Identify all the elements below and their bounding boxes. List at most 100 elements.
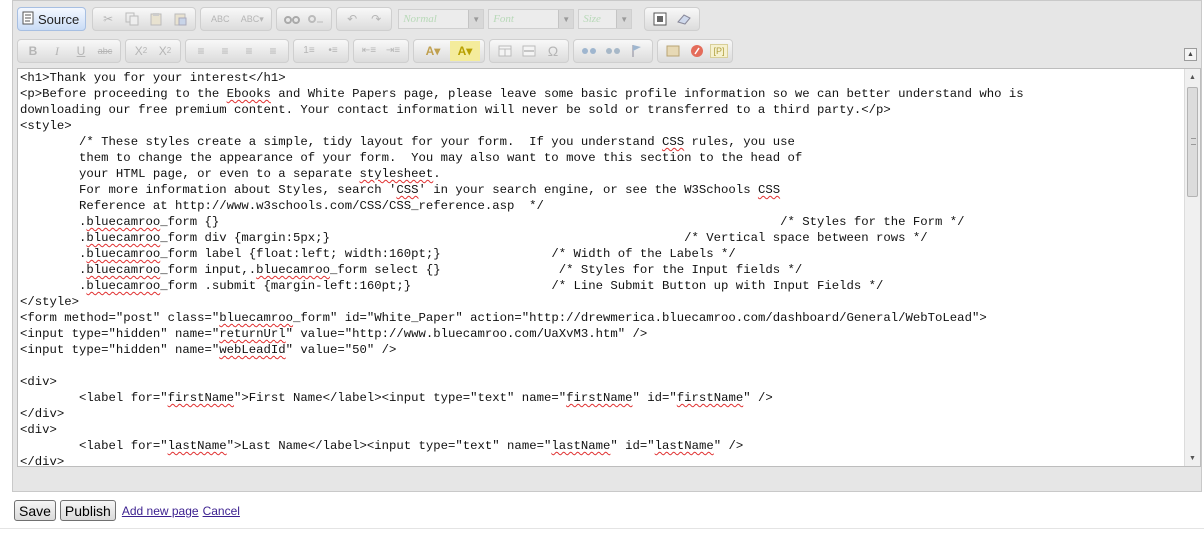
align-left-icon[interactable]: ≡ bbox=[190, 41, 212, 61]
code-text: . bbox=[433, 167, 441, 181]
placeholder-icon[interactable]: [P] bbox=[710, 44, 728, 58]
paste-word-icon[interactable] bbox=[169, 9, 191, 29]
strikethrough-icon[interactable]: abc bbox=[94, 41, 116, 61]
misspelled-word: lastName bbox=[167, 439, 227, 453]
link-icon[interactable] bbox=[578, 41, 600, 61]
rich-text-editor: Source ✂ ABC ABC▾ ↶ ↷ Normal ▼ Font ▼ Si… bbox=[12, 0, 1202, 492]
code-line: <div> bbox=[20, 422, 1200, 438]
chevron-down-icon: ▼ bbox=[616, 10, 632, 28]
image-icon[interactable] bbox=[662, 41, 684, 61]
source-button[interactable]: Source bbox=[17, 7, 87, 31]
code-text: <div> bbox=[20, 375, 57, 389]
code-text: " id=" bbox=[610, 439, 655, 453]
scroll-up-icon[interactable]: ▲ bbox=[1185, 69, 1200, 85]
align-right-icon[interactable]: ≡ bbox=[238, 41, 260, 61]
copy-icon[interactable] bbox=[121, 9, 143, 29]
indent-icon[interactable]: ⇥≡ bbox=[382, 41, 404, 61]
code-text: " value="50" /> bbox=[285, 343, 397, 357]
code-text: . bbox=[20, 263, 87, 277]
undo-icon[interactable]: ↶ bbox=[341, 9, 363, 29]
code-line: <input type="hidden" name="returnUrl" va… bbox=[20, 326, 1200, 342]
scrollbar-thumb[interactable] bbox=[1187, 87, 1198, 197]
paste-icon[interactable] bbox=[145, 9, 167, 29]
code-text: ' in your search engine, or see the W3Sc… bbox=[418, 183, 758, 197]
code-text: them to change the appearance of your fo… bbox=[20, 151, 803, 165]
bold-icon[interactable]: B bbox=[22, 41, 44, 61]
source-code-text[interactable]: <h1>Thank you for your interest</h1> <p>B… bbox=[18, 69, 1200, 466]
code-line: .bluecamroo_form input,.bluecamroo_form … bbox=[20, 262, 1200, 278]
unlink-icon[interactable] bbox=[602, 41, 624, 61]
eraser-icon[interactable] bbox=[673, 9, 695, 29]
misspelled-word: webLeadId bbox=[219, 343, 286, 357]
insert-group: Ω bbox=[489, 39, 569, 63]
code-text: _form .submit {margin-left:160pt;} /* Li… bbox=[160, 279, 884, 293]
misspelled-word: lastName bbox=[551, 439, 611, 453]
cancel-link[interactable]: Cancel bbox=[203, 504, 240, 518]
misspelled-word: CSS bbox=[757, 183, 781, 197]
code-text: ">First Name</label><input type="text" n… bbox=[234, 391, 567, 405]
add-new-page-link[interactable]: Add new page bbox=[122, 504, 199, 518]
cut-icon[interactable]: ✂ bbox=[97, 9, 119, 29]
code-text: <style> bbox=[20, 119, 72, 133]
misspelled-word: Ebooks bbox=[226, 87, 271, 101]
misspelled-word: bluecamroo bbox=[86, 231, 161, 245]
save-button[interactable]: Save bbox=[14, 500, 56, 521]
list-group: 1≡ •≡ bbox=[293, 39, 349, 63]
format-combo[interactable]: Normal ▼ bbox=[398, 9, 485, 29]
text-color-icon[interactable]: A▾ bbox=[418, 41, 448, 61]
special-character-icon[interactable]: Ω bbox=[542, 41, 564, 61]
code-line: downloading our free premium content. Yo… bbox=[20, 102, 1200, 118]
spellcheck-as-you-type-icon[interactable]: ABC▾ bbox=[237, 9, 267, 29]
code-text: _form {} /* Styles for the Form */ bbox=[160, 215, 965, 229]
bulleted-list-icon[interactable]: •≡ bbox=[322, 41, 344, 61]
numbered-list-icon[interactable]: 1≡ bbox=[298, 41, 320, 61]
media-group: [P] bbox=[657, 39, 733, 63]
subscript-icon[interactable]: X2 bbox=[130, 41, 152, 61]
spellcheck-icon[interactable]: ABC bbox=[205, 9, 235, 29]
redo-icon[interactable]: ↷ bbox=[365, 9, 387, 29]
source-code-area[interactable]: <h1>Thank you for your interest</h1> <p>B… bbox=[17, 68, 1201, 467]
code-text: and White Papers page, please leave some… bbox=[270, 87, 1024, 101]
superscript-icon[interactable]: X2 bbox=[154, 41, 176, 61]
underline-icon[interactable]: U bbox=[70, 41, 92, 61]
table-icon[interactable] bbox=[494, 41, 516, 61]
background-color-icon[interactable]: A▾ bbox=[450, 41, 480, 61]
flash-icon[interactable] bbox=[686, 41, 708, 61]
code-line: For more information about Styles, searc… bbox=[20, 182, 1200, 198]
code-line: <style> bbox=[20, 118, 1200, 134]
replace-icon[interactable] bbox=[305, 9, 327, 29]
horizontal-rule-icon[interactable] bbox=[518, 41, 540, 61]
find-group bbox=[276, 7, 333, 31]
size-combo[interactable]: Size ▼ bbox=[578, 9, 633, 29]
find-icon[interactable] bbox=[281, 9, 303, 29]
color-group: A▾ A▾ bbox=[413, 39, 485, 63]
misspelled-word: bluecamroo bbox=[256, 263, 330, 277]
misspelled-word: CSS bbox=[662, 135, 685, 149]
maximize-icon[interactable] bbox=[649, 9, 671, 29]
toolbar-row-1: Source ✂ ABC ABC▾ ↶ ↷ Normal ▼ Font ▼ Si… bbox=[17, 6, 704, 32]
vertical-scrollbar[interactable]: ▲ ▼ bbox=[1184, 69, 1200, 466]
code-text: . bbox=[20, 215, 87, 229]
collapse-toolbar-button[interactable]: ▲ bbox=[1184, 48, 1197, 61]
publish-button[interactable]: Publish bbox=[59, 500, 116, 521]
code-text: <label for=" bbox=[20, 391, 168, 405]
anchor-flag-icon[interactable] bbox=[626, 41, 648, 61]
italic-icon[interactable]: I bbox=[46, 41, 68, 61]
align-justify-icon[interactable]: ≡ bbox=[262, 41, 284, 61]
code-text: <input type="hidden" name=" bbox=[20, 327, 220, 341]
document-icon bbox=[22, 11, 34, 28]
misspelled-word: bluecamroo bbox=[219, 311, 294, 325]
scroll-down-icon[interactable]: ▼ bbox=[1185, 450, 1200, 466]
spellcheck-group: ABC ABC▾ bbox=[200, 7, 273, 31]
code-line: </style> bbox=[20, 294, 1200, 310]
code-line: .bluecamroo_form div {margin:5px;} /* Ve… bbox=[20, 230, 1200, 246]
toolbar-row-2: B I U abc X2 X2 ≡ ≡ ≡ ≡ 1≡ •≡ ⇤≡ ⇥≡ A▾ A… bbox=[17, 38, 737, 64]
code-text: ">Last Name</label><input type="text" na… bbox=[226, 439, 552, 453]
align-center-icon[interactable]: ≡ bbox=[214, 41, 236, 61]
chevron-down-icon: ▼ bbox=[468, 10, 484, 28]
font-combo[interactable]: Font ▼ bbox=[488, 9, 575, 29]
code-text: your HTML page, or even to a separate bbox=[20, 167, 360, 181]
code-text: downloading our free premium content. Yo… bbox=[20, 103, 891, 117]
outdent-icon[interactable]: ⇤≡ bbox=[358, 41, 380, 61]
code-text: <form method="post" class=" bbox=[20, 311, 220, 325]
